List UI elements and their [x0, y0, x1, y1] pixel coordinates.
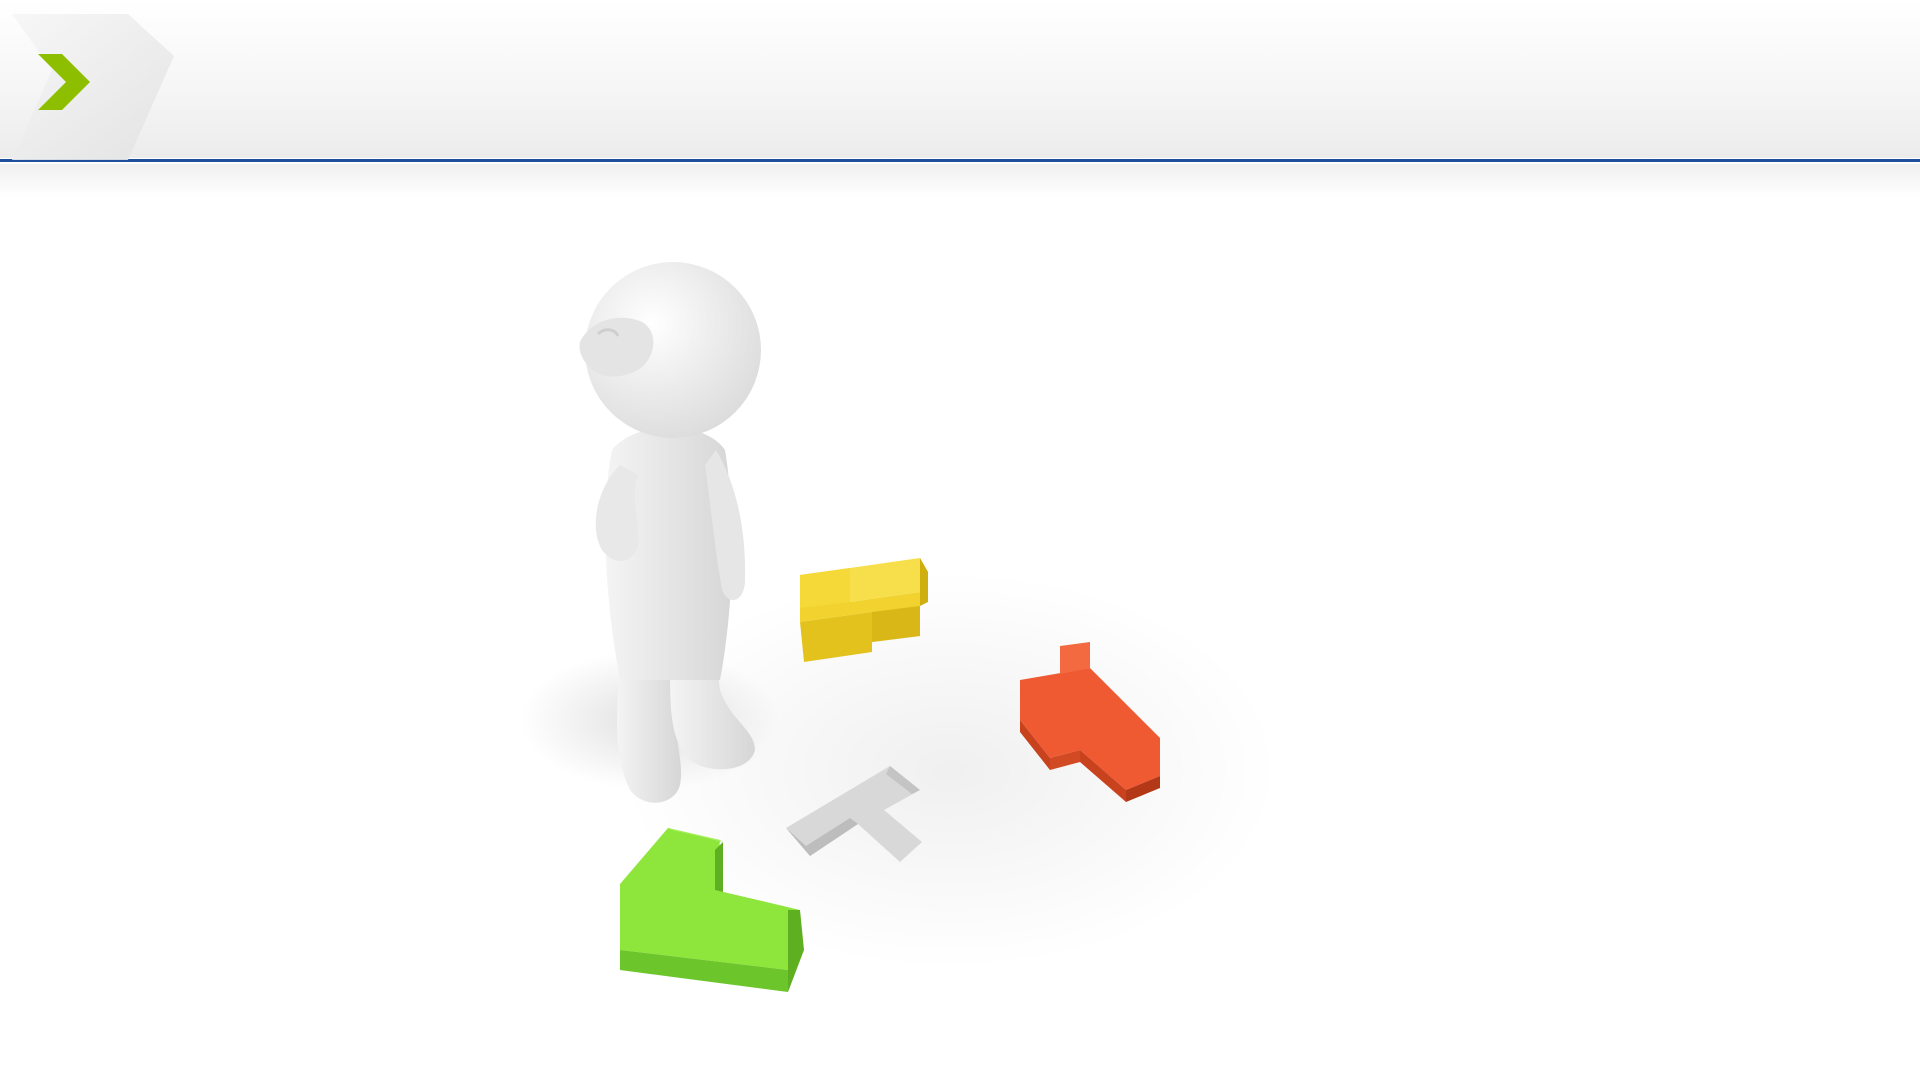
slide [0, 0, 1920, 1080]
header-divider [0, 159, 1920, 162]
chevron-right-icon [12, 14, 174, 160]
confused-figure-illustration [520, 262, 1280, 992]
header-shadow [0, 164, 1920, 198]
header-band [0, 0, 1920, 158]
